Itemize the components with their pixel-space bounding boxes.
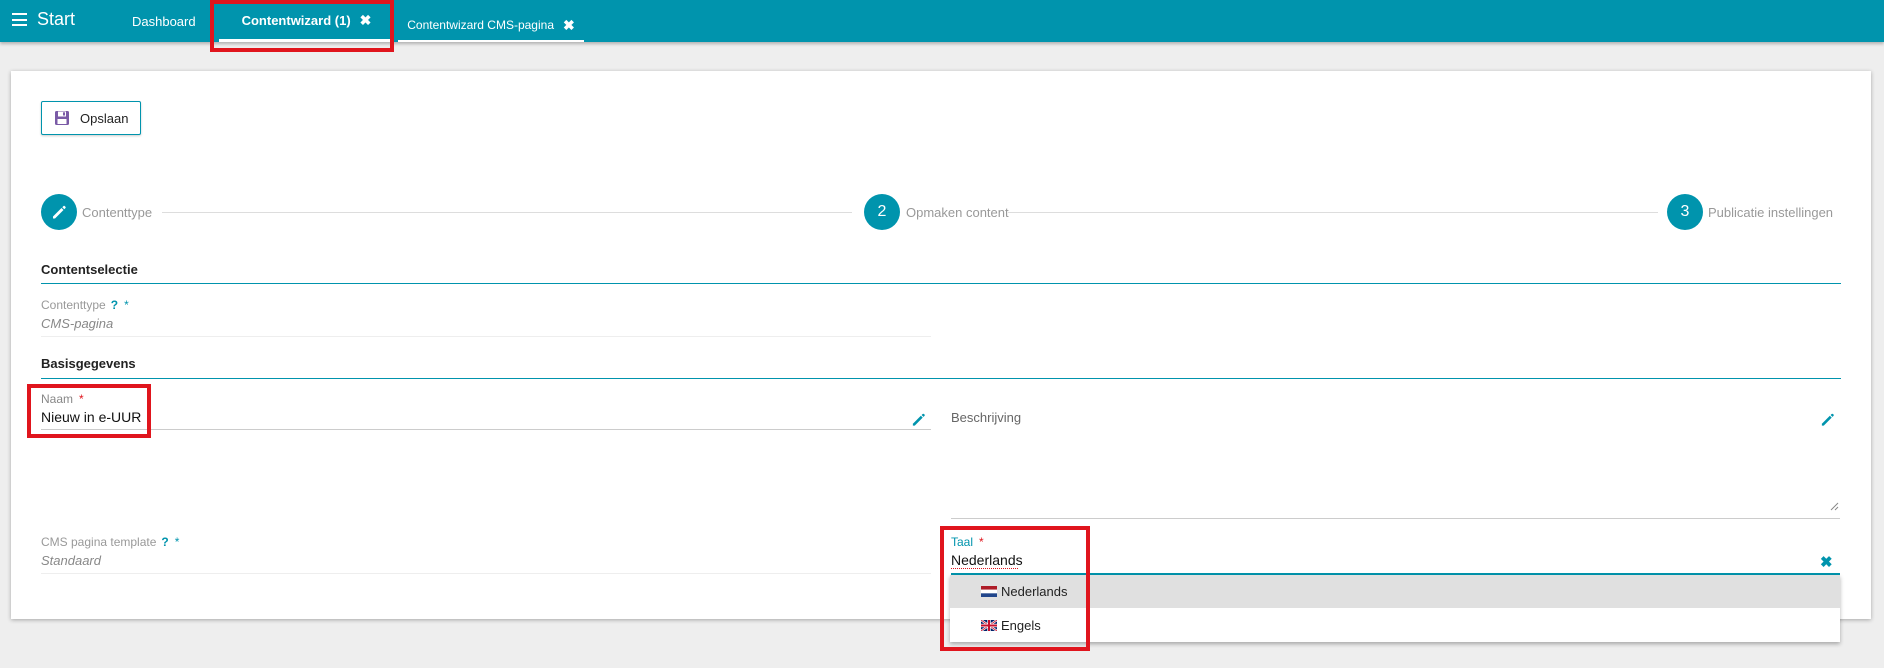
tab-contentwizard-cms-pagina[interactable]: Contentwizard CMS-pagina ✖ [398,0,584,42]
field-underline [41,336,931,337]
stepper-line [1008,212,1658,213]
resize-grip-icon[interactable] [1830,502,1839,511]
step-1-marker[interactable] [41,194,77,230]
beschrijving-textarea[interactable] [951,428,1840,518]
highlight-box-taal [940,526,1090,651]
beschrijving-label: Beschrijving [951,410,1022,425]
step-2-marker[interactable]: 2 [864,194,900,230]
naam-underline [41,429,931,430]
section-divider [41,283,1841,284]
section-title-basisgegevens: Basisgegevens [41,356,136,371]
section-title-contentselectie: Contentselectie [41,262,138,277]
highlight-box-naam [27,384,151,438]
step-3-marker[interactable]: 3 [1667,194,1703,230]
highlight-box-tab [210,0,394,52]
step-1-label: Contenttype [82,205,153,220]
help-icon[interactable]: ? [111,298,118,312]
help-icon[interactable]: ? [161,535,168,549]
step-3-label: Publicatie instellingen [1708,205,1834,220]
edit-pencil-icon[interactable] [1820,412,1835,427]
floppy-disk-icon [55,111,69,125]
cms-template-label-text: CMS pagina template [41,535,157,549]
edit-pencil-icon[interactable] [911,412,926,427]
cms-template-label: CMS pagina template? * [41,535,179,549]
start-label[interactable]: Start [37,9,75,30]
save-button-label: Opslaan [80,110,129,126]
clear-icon[interactable]: ✖ [1820,553,1833,571]
contenttype-value: CMS-pagina [41,316,114,331]
step-2-label: Opmaken content [906,205,1009,220]
field-underline [41,573,931,574]
tab-dashboard[interactable]: Dashboard [132,0,196,42]
beschrijving-underline [951,518,1840,519]
section-divider [41,378,1841,379]
cms-template-value: Standaard [41,553,101,568]
required-marker: * [124,298,129,312]
tab-dashboard-label: Dashboard [132,13,196,29]
stepper-line [162,212,852,213]
tab-cms-label: Contentwizard CMS-pagina [407,18,554,32]
save-button[interactable]: Opslaan [41,101,141,135]
pencil-icon [53,205,66,219]
contenttype-label-text: Contenttype [41,298,106,312]
contenttype-label: Contenttype? * [41,298,129,312]
hamburger-menu-icon[interactable] [12,13,27,26]
close-icon[interactable]: ✖ [563,17,575,34]
required-marker: * [174,535,180,549]
